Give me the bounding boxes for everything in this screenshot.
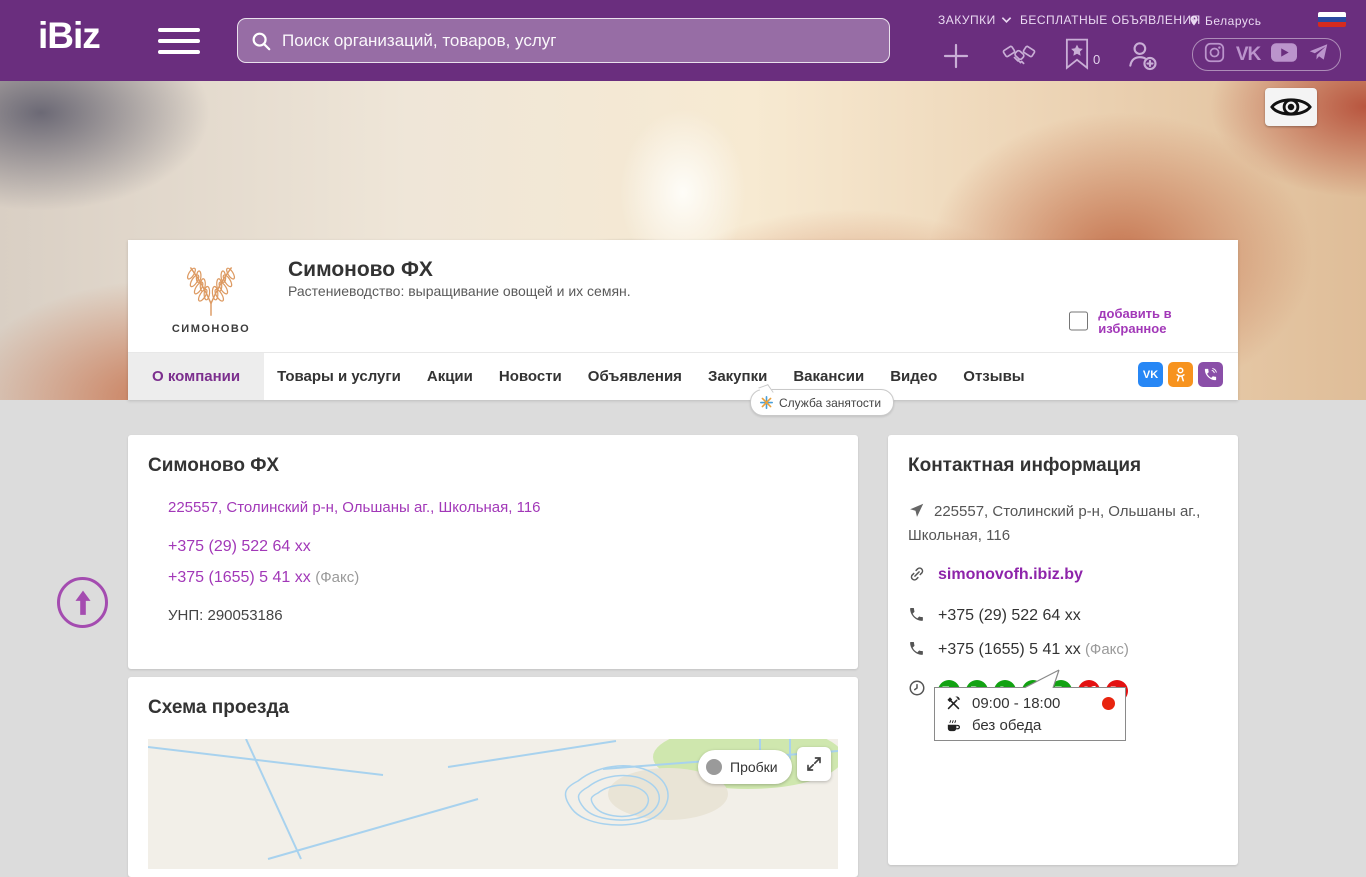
link-icon	[908, 565, 926, 589]
chevron-down-icon	[1001, 17, 1011, 24]
phone-fax-link[interactable]: +375 (1655) 5 41 xx	[168, 569, 311, 586]
scroll-to-top-button[interactable]	[57, 577, 108, 628]
tab-news[interactable]: Новости	[486, 353, 575, 400]
favorites-bookmark-icon[interactable]	[1064, 38, 1090, 75]
youtube-icon[interactable]	[1271, 42, 1298, 67]
viber-button[interactable]	[1198, 362, 1223, 387]
tools-icon	[947, 696, 960, 709]
unp-number: УНП: 290053186	[168, 607, 283, 624]
phone-icon	[908, 606, 926, 629]
free-ads-link[interactable]: БЕСПЛАТНЫЕ ОБЪЯВЛЕНИЯ	[1020, 13, 1201, 27]
tab-ads[interactable]: Объявления	[575, 353, 695, 400]
viber-phone-icon	[1204, 368, 1217, 381]
tab-products[interactable]: Товары и услуги	[264, 353, 414, 400]
company-website-link[interactable]: simonovofh.ibiz.by	[938, 564, 1083, 585]
tab-reviews[interactable]: Отзывы	[950, 353, 1037, 400]
company-name: Симоново ФХ	[288, 258, 433, 281]
contact-address[interactable]: 225557, Столинский р-н, Ольшаны аг., Шко…	[908, 503, 1200, 544]
about-title: Симоново ФХ	[148, 455, 280, 476]
add-favorite-label: добавить в избранное	[1098, 306, 1172, 336]
vk-icon[interactable]: VK	[1236, 44, 1261, 66]
company-header-card: СИМОНОВО Симоново ФХ Растениеводство: вы…	[128, 240, 1238, 400]
favorites-count: 0	[1093, 52, 1101, 67]
lunch-note: без обеда	[972, 716, 1042, 734]
russian-flag-icon[interactable]	[1318, 12, 1346, 27]
traffic-toggle-button[interactable]: Пробки	[698, 750, 792, 784]
search-icon	[252, 32, 271, 50]
telegram-icon[interactable]	[1308, 42, 1329, 68]
contact-phone-mobile[interactable]: +375 (29) 522 64 xx	[938, 605, 1081, 626]
contact-info-card: Контактная информация 225557, Столинский…	[888, 435, 1238, 865]
company-tabs: О компании Товары и услуги Акции Новости…	[128, 352, 1238, 400]
fax-note: (Факс)	[315, 569, 360, 586]
map-title: Схема проезда	[148, 697, 290, 718]
country-selector[interactable]: Беларусь	[1188, 13, 1261, 28]
contact-title: Контактная информация	[908, 455, 1142, 476]
status-dot	[1102, 696, 1115, 710]
navigation-arrow-icon	[908, 502, 925, 525]
phone-icon	[908, 640, 926, 663]
search-bar	[237, 18, 890, 63]
employment-service-tooltip: Служба занятости	[750, 389, 895, 416]
company-address-link[interactable]: 225557, Столинский р-н, Ольшаны аг., Шко…	[168, 499, 838, 516]
fax-note: (Факс)	[1084, 641, 1129, 658]
tooltip-pointer	[1023, 669, 1060, 688]
map-fullscreen-button[interactable]	[797, 747, 831, 781]
clock-icon	[908, 679, 926, 703]
accessibility-eye-button[interactable]	[1265, 88, 1317, 126]
add-favorite-checkbox[interactable]	[1069, 311, 1089, 331]
working-hours-value: 09:00 - 18:00	[972, 694, 1061, 712]
purchases-menu[interactable]: ЗАКУПКИ	[938, 13, 1012, 27]
partnership-handshake-icon[interactable]	[1002, 40, 1036, 77]
header: iBiz ЗАКУПКИ БЕСПЛАТНЫЕ ОБЪЯВЛЕНИЯ Белар…	[0, 0, 1366, 81]
tab-about[interactable]: О компании	[128, 353, 265, 400]
search-input[interactable]	[282, 30, 877, 51]
driving-directions-card: Схема проезда Пробки	[128, 677, 858, 877]
contact-phone-fax[interactable]: +375 (1655) 5 41 xx	[938, 641, 1081, 658]
add-to-favorites-control[interactable]: добавить в избранное	[1069, 306, 1238, 336]
about-company-card: Симоново ФХ 225557, Столинский р-н, Ольш…	[128, 435, 858, 669]
logo-caption: СИМОНОВО	[171, 323, 251, 335]
company-logo[interactable]: СИМОНОВО	[161, 256, 261, 354]
tab-promotions[interactable]: Акции	[414, 353, 486, 400]
working-hours-tooltip: 09:00 - 18:00 без обеда	[934, 687, 1126, 741]
company-description: Растениеводство: выращивание овощей и их…	[288, 283, 631, 299]
odnoklassniki-share-button[interactable]	[1168, 362, 1193, 387]
hamburger-menu-icon[interactable]	[158, 28, 200, 54]
ibiz-logo[interactable]: iBiz	[38, 15, 101, 57]
social-links-group: VK	[1192, 38, 1341, 71]
arrow-up-icon	[74, 590, 91, 615]
traffic-indicator-icon	[706, 759, 722, 775]
instagram-icon[interactable]	[1204, 42, 1225, 68]
add-company-button[interactable]	[940, 40, 972, 77]
add-user-icon[interactable]	[1125, 38, 1159, 77]
phone-mobile-link[interactable]: +375 (29) 522 64 xx	[168, 538, 838, 556]
location-pin-icon	[1190, 15, 1198, 26]
eye-icon	[1270, 98, 1312, 116]
expand-icon	[807, 757, 821, 771]
vk-share-button[interactable]: VK	[1138, 362, 1163, 387]
ok-person-icon	[1176, 367, 1185, 382]
employment-asterisk-icon	[760, 396, 773, 409]
coffee-cup-icon	[947, 719, 960, 731]
wheat-logo-icon	[186, 266, 236, 316]
